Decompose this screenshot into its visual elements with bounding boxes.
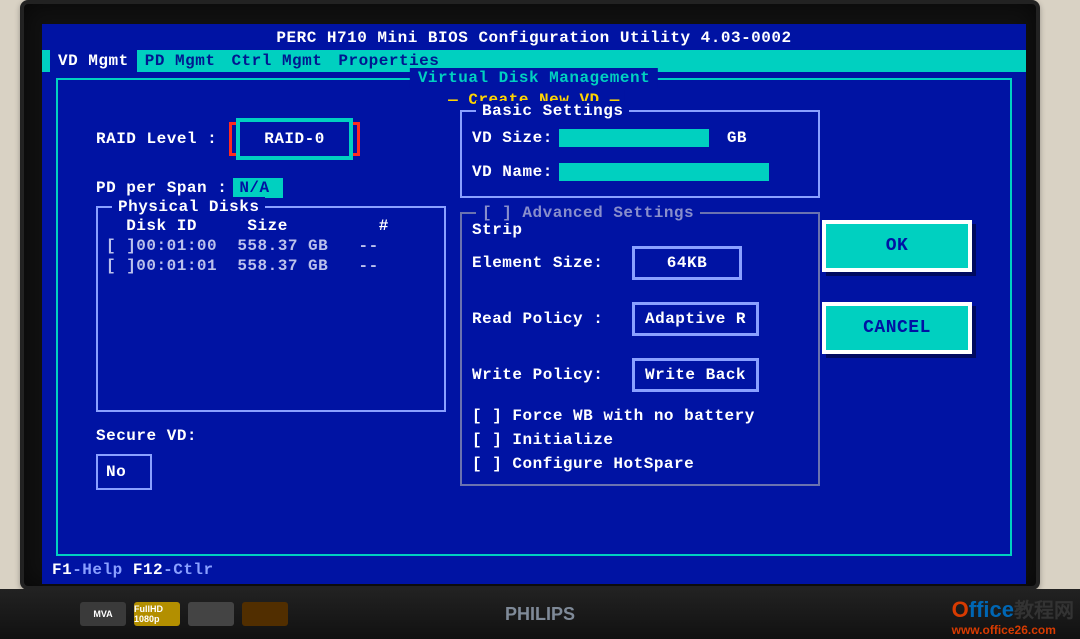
left-column: RAID Level : RAID-0 PD per Span : N/A Ph… <box>96 122 446 490</box>
vd-size-unit: GB <box>727 128 747 148</box>
secure-vd-value[interactable]: No <box>96 454 152 490</box>
watermark-line1a: ffice <box>969 597 1014 622</box>
monitor-bottom-bezel: MVA FullHD 1080p PHILIPS <box>0 589 1080 639</box>
pd-per-span-label: PD per Span : <box>96 178 227 198</box>
monitor-brand: PHILIPS <box>505 604 575 625</box>
physical-disks-title: Physical Disks <box>112 197 265 217</box>
watermark: Office教程网 www.office26.com <box>952 594 1074 637</box>
secure-vd-label: Secure VD: <box>96 426 197 446</box>
vd-size-label: VD Size: <box>472 128 553 148</box>
vd-management-frame: Virtual Disk Management — Create New VD … <box>56 78 1012 556</box>
strip-label-1: Strip <box>472 220 808 240</box>
bezel-badges: MVA FullHD 1080p <box>80 602 288 626</box>
badge-4 <box>242 602 288 626</box>
pd-per-span-value: N/A <box>233 178 283 198</box>
vd-name-input[interactable] <box>559 163 769 181</box>
vd-size-input[interactable] <box>559 129 709 147</box>
physical-disks-header: Disk ID Size # <box>106 216 436 236</box>
menu-vd-mgmt[interactable]: VD Mgmt <box>50 50 137 72</box>
monitor-bezel: PERC H710 Mini BIOS Configuration Utilit… <box>20 0 1040 590</box>
basic-settings-title: Basic Settings <box>476 101 629 121</box>
watermark-line2: www.office26.com <box>952 623 1074 637</box>
check-initialize[interactable]: [ ] Initialize <box>472 430 808 450</box>
disk-row[interactable]: [ ]00:01:01 558.37 GB -- <box>106 256 436 276</box>
check-configure-hotspare[interactable]: [ ] Configure HotSpare <box>472 454 808 474</box>
menu-pd-mgmt[interactable]: PD Mgmt <box>137 50 224 72</box>
right-column: Basic Settings VD Size: GB VD Name: [ ] … <box>460 110 820 500</box>
disk-row[interactable]: [ ]00:01:00 558.37 GB -- <box>106 236 436 256</box>
f1-text: -Help <box>72 561 133 579</box>
menu-ctrl-mgmt[interactable]: Ctrl Mgmt <box>223 50 330 72</box>
watermark-line1b: 教程网 <box>1014 600 1074 622</box>
ok-button[interactable]: OK <box>822 220 972 272</box>
advanced-settings-group: [ ] Advanced Settings Strip Element Size… <box>460 212 820 486</box>
f1-key: F1 <box>52 561 72 579</box>
cancel-button[interactable]: CANCEL <box>822 302 972 354</box>
raid-level-highlight: RAID-0 <box>229 122 360 156</box>
badge-3 <box>188 602 234 626</box>
f12-text: -Ctlr <box>163 561 214 579</box>
button-column: OK CANCEL <box>822 220 972 384</box>
vd-name-label: VD Name: <box>472 162 553 182</box>
read-policy-value[interactable]: Adaptive R <box>632 302 759 336</box>
create-vd-area: — Create New VD — RAID Level : RAID-0 PD… <box>90 100 978 540</box>
raid-level-value: RAID-0 <box>244 126 345 152</box>
status-bar: F1-Help F12-Ctlr <box>52 560 214 580</box>
vd-management-title: Virtual Disk Management <box>410 68 658 88</box>
physical-disks-group: Physical Disks Disk ID Size # [ ]00:01:0… <box>96 206 446 412</box>
f12-key: F12 <box>133 561 163 579</box>
write-policy-label: Write Policy: <box>472 365 632 385</box>
badge-fullhd: FullHD 1080p <box>134 602 180 626</box>
raid-level-label: RAID Level : <box>96 129 217 149</box>
badge-mva: MVA <box>80 602 126 626</box>
app-title: PERC H710 Mini BIOS Configuration Utilit… <box>42 24 1026 50</box>
strip-element-size-label: Element Size: <box>472 253 632 273</box>
basic-settings-group: Basic Settings VD Size: GB VD Name: <box>460 110 820 198</box>
raid-level-selector[interactable]: RAID-0 <box>236 118 353 160</box>
advanced-settings-title[interactable]: [ ] Advanced Settings <box>476 203 700 223</box>
write-policy-value[interactable]: Write Back <box>632 358 759 392</box>
strip-element-size-value[interactable]: 64KB <box>632 246 742 280</box>
bios-screen: PERC H710 Mini BIOS Configuration Utilit… <box>42 24 1026 584</box>
read-policy-label: Read Policy : <box>472 309 632 329</box>
check-force-wb[interactable]: [ ] Force WB with no battery <box>472 406 808 426</box>
